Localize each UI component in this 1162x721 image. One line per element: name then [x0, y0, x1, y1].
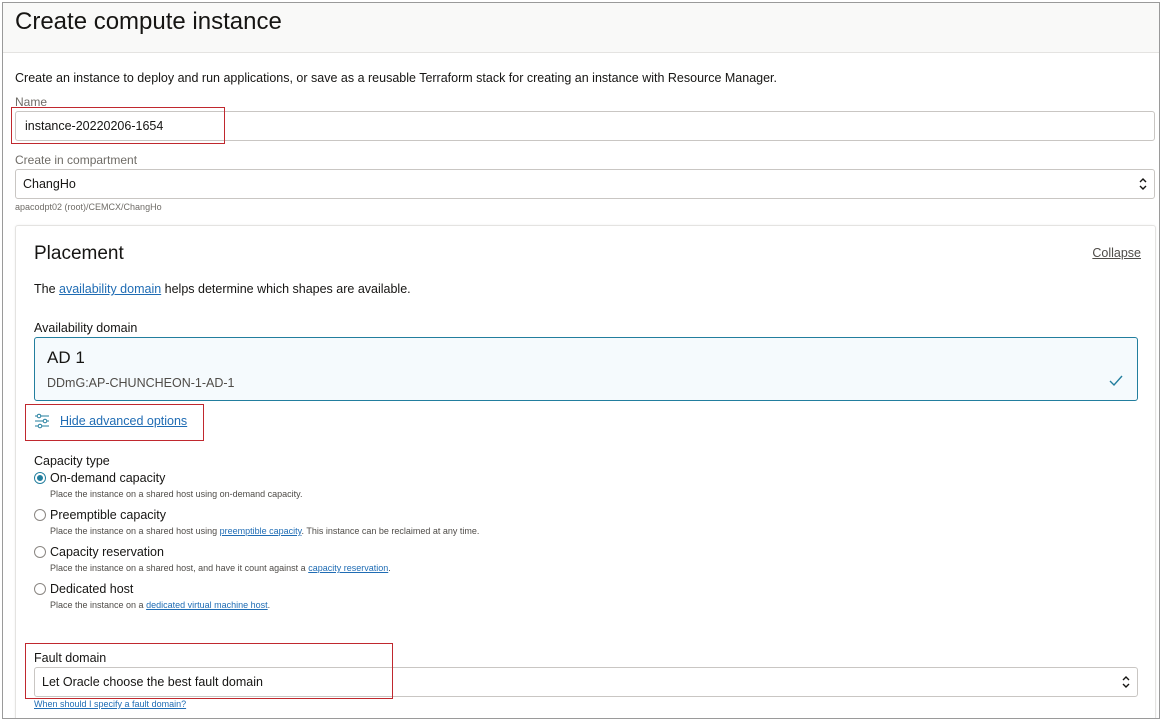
capacity-option-label: Dedicated host — [50, 582, 134, 596]
hint-text: . — [388, 563, 391, 573]
page-header: Create compute instance — [3, 3, 1159, 53]
name-input-value: instance-20220206-1654 — [25, 119, 164, 133]
compartment-value: ChangHo — [23, 177, 76, 191]
capacity-type-label: Capacity type — [34, 454, 110, 468]
placement-section: Placement Collapse The availability doma… — [15, 225, 1156, 718]
capacity-option-label: On-demand capacity — [50, 471, 166, 485]
hint-text: . This instance can be reclaimed at any … — [301, 526, 480, 536]
collapse-link[interactable]: Collapse — [1092, 246, 1141, 260]
placement-desc-suffix: helps determine which shapes are availab… — [164, 282, 411, 296]
capacity-option-preemptible[interactable]: Preemptible capacity — [34, 508, 166, 522]
name-label: Name — [15, 95, 48, 109]
capacity-option-label: Preemptible capacity — [50, 508, 167, 522]
preemptible-capacity-link[interactable]: preemptible capacity — [220, 526, 302, 536]
compartment-select[interactable]: ChangHo — [15, 169, 1155, 199]
capacity-option-label: Capacity reservation — [50, 545, 164, 559]
placement-desc-prefix: The — [34, 282, 56, 296]
availability-domain-link[interactable]: availability domain — [59, 282, 161, 296]
fault-domain-value: Let Oracle choose the best fault domain — [42, 675, 263, 689]
radio-unselected-icon — [34, 509, 46, 521]
radio-unselected-icon — [34, 546, 46, 558]
capacity-option-dedicated-host[interactable]: Dedicated host — [34, 582, 133, 596]
hint-text: Place the instance on a shared host, and… — [50, 563, 306, 573]
placement-description: The availability domain helps determine … — [34, 282, 411, 296]
capacity-option-hint: Place the instance on a shared host usin… — [50, 489, 303, 499]
capacity-option-hint: Place the instance on a dedicated virtua… — [50, 600, 270, 610]
page-title: Create compute instance — [15, 8, 282, 35]
page-description: Create an instance to deploy and run app… — [15, 71, 777, 85]
select-arrows-icon — [1122, 676, 1130, 688]
radio-selected-icon — [34, 472, 46, 484]
capacity-reservation-link[interactable]: capacity reservation — [308, 563, 388, 573]
hint-text: Place the instance on a shared host usin… — [50, 489, 303, 499]
ad-id: DDmG:AP-CHUNCHEON-1-AD-1 — [47, 376, 235, 390]
ad-name: AD 1 — [47, 348, 85, 367]
capacity-option-hint: Place the instance on a shared host, and… — [50, 563, 391, 573]
name-input[interactable]: instance-20220206-1654 — [15, 111, 1155, 141]
placement-title: Placement — [34, 243, 124, 264]
hide-advanced-options[interactable]: Hide advanced options — [34, 413, 187, 429]
dedicated-host-link[interactable]: dedicated virtual machine host — [146, 600, 268, 610]
capacity-option-hint: Place the instance on a shared host usin… — [50, 526, 479, 536]
ad-card-ad1[interactable]: AD 1 DDmG:AP-CHUNCHEON-1-AD-1 — [34, 337, 1138, 401]
fault-domain-select[interactable]: Let Oracle choose the best fault domain — [34, 667, 1138, 697]
ad-label: Availability domain — [34, 321, 138, 335]
hint-text: . — [267, 600, 271, 610]
fault-domain-label: Fault domain — [34, 651, 107, 665]
fault-domain-help-link[interactable]: When should I specify a fault domain? — [34, 699, 186, 709]
capacity-option-on-demand[interactable]: On-demand capacity — [34, 471, 165, 485]
radio-unselected-icon — [34, 583, 46, 595]
capacity-option-reservation[interactable]: Capacity reservation — [34, 545, 164, 559]
sliders-icon — [35, 413, 49, 429]
compartment-label: Create in compartment — [15, 153, 138, 167]
hide-advanced-options-label: Hide advanced options — [60, 414, 188, 428]
compartment-path: apacodpt02 (root)/CEMCX/ChangHo — [15, 202, 162, 212]
checkmark-icon — [1109, 375, 1123, 387]
hint-text: Place the instance on a — [50, 600, 144, 610]
console-window: Create compute instance Create an instan… — [2, 2, 1160, 719]
select-arrows-icon — [1139, 178, 1147, 190]
hint-text: Place the instance on a shared host usin… — [50, 526, 218, 536]
